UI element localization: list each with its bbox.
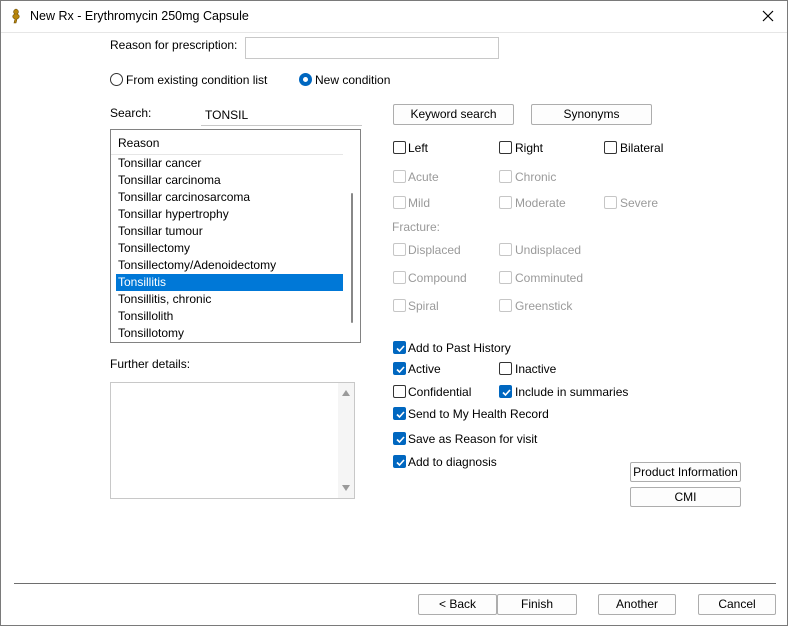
compound-checkbox <box>393 271 406 284</box>
scroll-down-arrow-icon[interactable] <box>342 485 350 491</box>
list-item[interactable]: Tonsillectomy <box>116 240 343 257</box>
displaced-label: Displaced <box>408 243 461 257</box>
add-diagnosis-checkbox[interactable] <box>393 455 406 468</box>
severe-label: Severe <box>620 196 659 210</box>
further-details-textarea[interactable] <box>110 382 355 499</box>
existing-condition-label[interactable]: From existing condition list <box>126 73 267 87</box>
scroll-up-arrow-icon[interactable] <box>342 390 350 396</box>
compound-label: Compound <box>408 271 467 285</box>
list-item[interactable]: Tonsillar carcinoma <box>116 172 343 189</box>
chronic-checkbox <box>499 170 512 183</box>
displaced-checkbox <box>393 243 406 256</box>
list-item[interactable]: Tonsillectomy/Adenoidectomy <box>116 257 343 274</box>
send-mhr-checkbox[interactable] <box>393 407 406 420</box>
app-logo-icon <box>12 8 20 24</box>
right-label[interactable]: Right <box>515 141 543 155</box>
existing-condition-radio[interactable] <box>110 73 123 86</box>
list-item-selected[interactable]: Tonsillitis <box>116 274 343 291</box>
search-label: Search: <box>110 106 152 120</box>
bilateral-label[interactable]: Bilateral <box>620 141 663 155</box>
undisplaced-checkbox <box>499 243 512 256</box>
checkmark-icon <box>502 389 511 397</box>
list-item[interactable]: Tonsillar carcinosarcoma <box>116 189 343 206</box>
left-checkbox[interactable] <box>393 141 406 154</box>
confidential-checkbox[interactable] <box>393 385 406 398</box>
acute-label: Acute <box>408 170 439 184</box>
active-label[interactable]: Active <box>408 362 441 376</box>
send-mhr-label[interactable]: Send to My Health Record <box>408 407 549 421</box>
add-past-history-checkbox[interactable] <box>393 341 406 354</box>
list-item[interactable]: Tonsillar tumour <box>116 223 343 240</box>
reason-label: Reason for prescription: <box>110 38 238 52</box>
comminuted-checkbox <box>499 271 512 284</box>
cancel-button[interactable]: Cancel <box>698 594 776 615</box>
checkmark-icon <box>396 411 405 419</box>
new-condition-label[interactable]: New condition <box>315 73 390 87</box>
spiral-checkbox <box>393 299 406 312</box>
reason-field[interactable] <box>245 37 499 59</box>
checkmark-icon <box>396 436 405 444</box>
right-checkbox[interactable] <box>499 141 512 154</box>
list-item[interactable]: Tonsillar hypertrophy <box>116 206 343 223</box>
undisplaced-label: Undisplaced <box>515 243 582 257</box>
results-header-label: Reason <box>118 136 160 150</box>
add-diagnosis-label[interactable]: Add to diagnosis <box>408 455 497 469</box>
list-item[interactable]: Tonsillotomy <box>116 325 343 342</box>
fracture-label: Fracture: <box>392 220 441 234</box>
confidential-label[interactable]: Confidential <box>408 385 471 399</box>
back-button[interactable]: < Back <box>418 594 497 615</box>
search-field[interactable] <box>201 105 362 126</box>
acute-checkbox <box>393 170 406 183</box>
results-scrollbar[interactable] <box>344 130 360 342</box>
checkmark-icon <box>396 459 405 467</box>
title-bar: New Rx - Erythromycin 250mg Capsule <box>1 1 787 33</box>
moderate-label: Moderate <box>515 196 566 210</box>
results-scrollbar-thumb[interactable] <box>351 193 353 323</box>
checkmark-icon <box>396 345 405 353</box>
list-item[interactable]: Tonsillitis, chronic <box>116 291 343 308</box>
keyword-search-button[interactable]: Keyword search <box>393 104 514 125</box>
include-summaries-checkbox[interactable] <box>499 385 512 398</box>
comminuted-label: Comminuted <box>515 271 584 285</box>
add-past-history-label[interactable]: Add to Past History <box>408 341 511 355</box>
further-details-scrollbar[interactable] <box>338 383 354 498</box>
results-listbox[interactable]: Reason Tonsillar cancer Tonsillar carcin… <box>110 129 361 343</box>
inactive-checkbox[interactable] <box>499 362 512 375</box>
new-condition-radio[interactable] <box>299 73 312 86</box>
active-checkbox[interactable] <box>393 362 406 375</box>
greenstick-label: Greenstick <box>515 299 573 313</box>
mild-checkbox <box>393 196 406 209</box>
save-reason-visit-checkbox[interactable] <box>393 432 406 445</box>
chronic-label: Chronic <box>515 170 557 184</box>
close-button[interactable] <box>755 5 781 27</box>
footer-divider <box>14 583 776 584</box>
bilateral-checkbox[interactable] <box>604 141 617 154</box>
inactive-label[interactable]: Inactive <box>515 362 556 376</box>
list-item[interactable]: Tonsillar cancer <box>116 155 343 172</box>
list-item[interactable]: Tonsillolith <box>116 308 343 325</box>
checkmark-icon <box>396 366 405 374</box>
product-information-button[interactable]: Product Information <box>630 462 741 482</box>
severe-checkbox <box>604 196 617 209</box>
search-input[interactable] <box>201 105 362 125</box>
mild-label: Mild <box>408 196 431 210</box>
results-header: Reason <box>111 130 343 155</box>
spiral-label: Spiral <box>408 299 439 313</box>
close-icon <box>762 10 774 22</box>
cmi-button[interactable]: CMI <box>630 487 741 507</box>
window-title: New Rx - Erythromycin 250mg Capsule <box>30 9 249 23</box>
another-button[interactable]: Another <box>598 594 676 615</box>
synonyms-button[interactable]: Synonyms <box>531 104 652 125</box>
save-reason-visit-label[interactable]: Save as Reason for visit <box>408 432 537 446</box>
finish-button[interactable]: Finish <box>497 594 577 615</box>
left-label[interactable]: Left <box>408 141 428 155</box>
reason-input[interactable] <box>246 38 498 58</box>
further-details-label: Further details: <box>110 357 191 371</box>
moderate-checkbox <box>499 196 512 209</box>
greenstick-checkbox <box>499 299 512 312</box>
new-rx-dialog: New Rx - Erythromycin 250mg Capsule Reas… <box>0 0 788 626</box>
include-summaries-label[interactable]: Include in summaries <box>515 385 628 399</box>
